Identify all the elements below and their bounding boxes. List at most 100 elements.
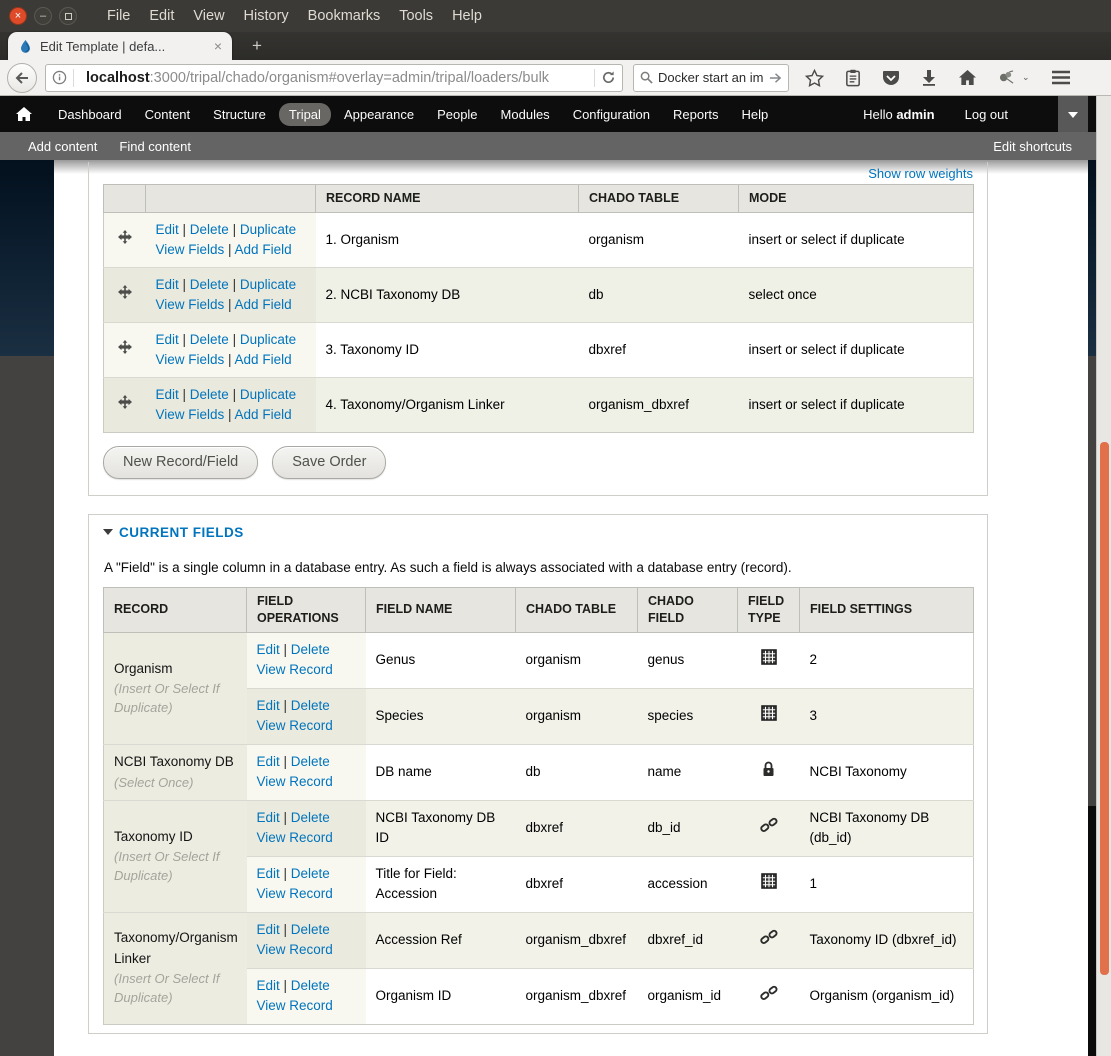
url-text[interactable]: localhost:3000/tripal/chado/organism#ove…: [86, 70, 588, 86]
edit-link[interactable]: Edit: [156, 332, 179, 347]
delete-link[interactable]: Delete: [190, 332, 229, 347]
view-fields-link[interactable]: View Fields: [156, 407, 225, 422]
chevron-down-icon[interactable]: ⌄: [1022, 72, 1030, 83]
menu-bookmarks[interactable]: Bookmarks: [308, 8, 381, 24]
admin-item-configuration[interactable]: Configuration: [563, 103, 660, 126]
duplicate-link[interactable]: Duplicate: [240, 222, 296, 237]
delete-link[interactable]: Delete: [291, 866, 330, 881]
menu-edit[interactable]: Edit: [149, 8, 174, 24]
shortcut-find-content[interactable]: Find content: [119, 139, 191, 154]
edit-link[interactable]: Edit: [257, 698, 280, 713]
view-fields-link[interactable]: View Fields: [156, 297, 225, 312]
record-row: Edit | Delete | Duplicate View Fields | A…: [103, 266, 974, 323]
view-record-link[interactable]: View Record: [257, 942, 333, 957]
pocket-icon[interactable]: [882, 69, 900, 87]
window-minimize-button[interactable]: –: [34, 7, 52, 25]
edit-link[interactable]: Edit: [257, 754, 280, 769]
admin-item-people[interactable]: People: [427, 103, 487, 126]
show-row-weights-link[interactable]: Show row weights: [868, 166, 973, 181]
view-record-link[interactable]: View Record: [257, 718, 333, 733]
add-field-link[interactable]: Add Field: [235, 297, 292, 312]
current-fields-legend[interactable]: CURRENT FIELDS: [103, 523, 973, 540]
clipboard-icon[interactable]: [845, 69, 861, 87]
arrow-right-icon[interactable]: [769, 72, 782, 84]
view-record-link[interactable]: View Record: [257, 774, 333, 789]
menu-icon[interactable]: [1051, 70, 1071, 85]
duplicate-link[interactable]: Duplicate: [240, 277, 296, 292]
toolbar-toggle-button[interactable]: [1058, 96, 1088, 134]
admin-home-icon[interactable]: [16, 106, 32, 122]
menu-history[interactable]: History: [244, 8, 289, 24]
delete-link[interactable]: Delete: [291, 698, 330, 713]
download-icon[interactable]: [921, 69, 937, 86]
admin-item-help[interactable]: Help: [732, 103, 779, 126]
add-field-link[interactable]: Add Field: [235, 407, 292, 422]
delete-link[interactable]: Delete: [291, 978, 330, 993]
move-icon[interactable]: [117, 394, 132, 409]
browser-tab[interactable]: Edit Template | defa... ×: [8, 32, 232, 60]
reload-icon[interactable]: [601, 70, 616, 85]
url-bar[interactable]: localhost:3000/tripal/chado/organism#ove…: [45, 63, 623, 92]
info-icon[interactable]: [52, 70, 67, 85]
logout-link[interactable]: Log out: [965, 107, 1008, 122]
edit-link[interactable]: Edit: [156, 387, 179, 402]
back-button[interactable]: [7, 62, 37, 93]
move-icon[interactable]: [117, 229, 132, 244]
scrollbar-thumb[interactable]: [1100, 442, 1109, 975]
star-icon[interactable]: [805, 68, 824, 87]
save-order-button[interactable]: Save Order: [272, 445, 387, 479]
add-field-link[interactable]: Add Field: [235, 242, 292, 257]
view-fields-link[interactable]: View Fields: [156, 242, 225, 257]
delete-link[interactable]: Delete: [190, 387, 229, 402]
delete-link[interactable]: Delete: [190, 222, 229, 237]
duplicate-link[interactable]: Duplicate: [240, 387, 296, 402]
addon-icon[interactable]: [998, 70, 1015, 85]
admin-item-modules[interactable]: Modules: [491, 103, 560, 126]
move-icon[interactable]: [117, 284, 132, 299]
record-name: 4. Taxonomy/Organism Linker: [315, 376, 579, 433]
view-record-link[interactable]: View Record: [257, 830, 333, 845]
admin-item-tripal[interactable]: Tripal: [278, 102, 331, 126]
menu-tools[interactable]: Tools: [399, 8, 433, 24]
delete-link[interactable]: Delete: [291, 810, 330, 825]
new-tab-button[interactable]: +: [242, 35, 272, 58]
delete-link[interactable]: Delete: [190, 277, 229, 292]
shortcut-add-content[interactable]: Add content: [28, 139, 97, 154]
search-bar[interactable]: Docker start an image: [633, 63, 789, 92]
new-record-field-button[interactable]: New Record/Field: [103, 445, 259, 479]
scrollbar-track[interactable]: [1096, 96, 1111, 1056]
edit-link[interactable]: Edit: [257, 978, 280, 993]
admin-item-dashboard[interactable]: Dashboard: [48, 103, 132, 126]
menu-file[interactable]: File: [107, 8, 130, 24]
admin-item-reports[interactable]: Reports: [663, 103, 729, 126]
delete-link[interactable]: Delete: [291, 642, 330, 657]
edit-link[interactable]: Edit: [257, 810, 280, 825]
shortcut-items: Add content Find content: [28, 139, 191, 154]
add-field-link[interactable]: Add Field: [235, 352, 292, 367]
edit-link[interactable]: Edit: [257, 866, 280, 881]
delete-link[interactable]: Delete: [291, 922, 330, 937]
record-row: Edit | Delete | Duplicate View Fields | A…: [103, 211, 974, 268]
edit-link[interactable]: Edit: [257, 642, 280, 657]
admin-item-content[interactable]: Content: [135, 103, 201, 126]
edit-link[interactable]: Edit: [156, 277, 179, 292]
view-fields-link[interactable]: View Fields: [156, 352, 225, 367]
delete-link[interactable]: Delete: [291, 754, 330, 769]
menu-help[interactable]: Help: [452, 8, 482, 24]
edit-link[interactable]: Edit: [257, 922, 280, 937]
menu-view[interactable]: View: [193, 8, 224, 24]
search-input[interactable]: Docker start an image: [658, 70, 764, 85]
duplicate-link[interactable]: Duplicate: [240, 332, 296, 347]
admin-item-structure[interactable]: Structure: [203, 103, 276, 126]
edit-link[interactable]: Edit: [156, 222, 179, 237]
view-record-link[interactable]: View Record: [257, 886, 333, 901]
tab-close-icon[interactable]: ×: [214, 38, 222, 54]
edit-shortcuts-link[interactable]: Edit shortcuts: [993, 139, 1072, 154]
move-icon[interactable]: [117, 339, 132, 354]
window-maximize-button[interactable]: [59, 7, 77, 25]
view-record-link[interactable]: View Record: [257, 662, 333, 677]
home-icon[interactable]: [958, 69, 977, 86]
view-record-link[interactable]: View Record: [257, 998, 333, 1013]
admin-item-appearance[interactable]: Appearance: [334, 103, 424, 126]
window-close-button[interactable]: ×: [9, 7, 27, 25]
